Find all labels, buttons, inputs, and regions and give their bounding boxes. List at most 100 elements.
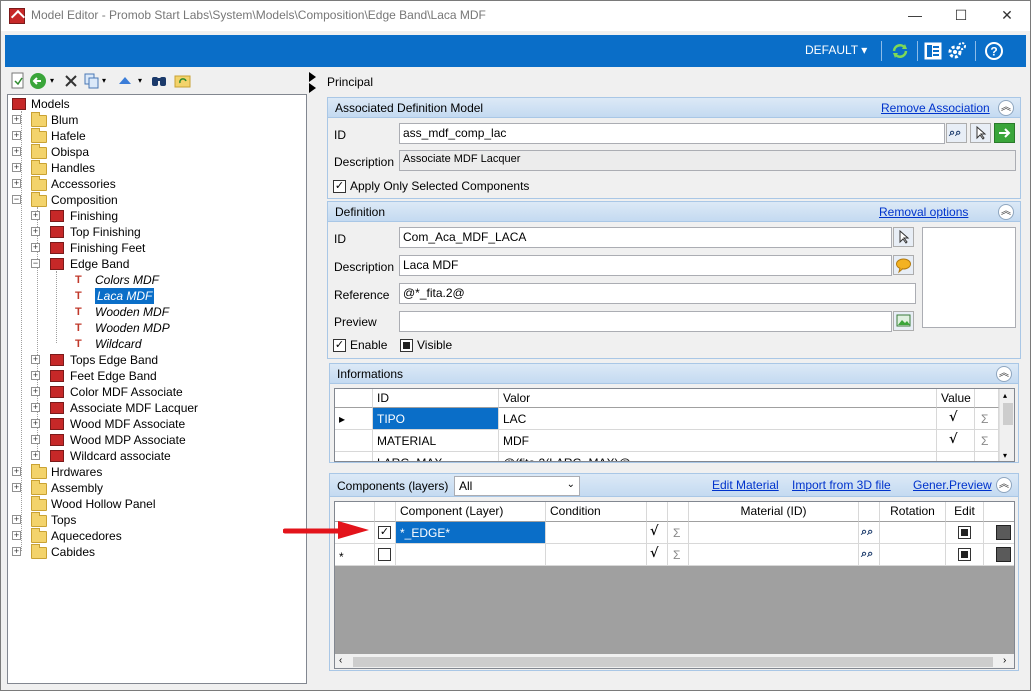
column-header-rotation[interactable]: Rotation [880,502,946,522]
column-header-id[interactable]: ID [373,389,499,408]
enable-checkbox[interactable]: ✓ [333,339,346,352]
sigma-icon[interactable]: Σ [673,526,680,540]
help-icon[interactable]: ? [984,41,1004,61]
component-check-cell[interactable]: ✓ [375,522,396,544]
material-id-cell[interactable] [689,544,859,566]
preview-field[interactable] [399,311,892,332]
expand-icon[interactable]: + [12,179,21,188]
sum-cell[interactable]: Σ [668,522,689,544]
expand-icon[interactable]: + [31,387,40,396]
go-button[interactable] [994,123,1015,143]
gener-preview-link[interactable]: Gener.Preview [913,478,992,492]
scroll-thumb[interactable] [353,657,993,667]
pick-cursor-button[interactable] [970,123,991,143]
binoculars-icon[interactable]: ⌕⌕ [861,548,877,560]
sum-cell[interactable] [975,452,999,461]
formula-icon[interactable]: √ [949,432,965,448]
expand-icon[interactable]: + [31,227,40,236]
scroll-left-icon[interactable]: ‹ [339,655,342,666]
apply-only-selected-checkbox[interactable]: ✓ [333,180,346,193]
definition-description-field[interactable]: Laca MDF [399,255,892,276]
material-swatch-icon[interactable] [996,547,1011,562]
default-profile-dropdown[interactable]: DEFAULT ▾ [805,43,867,57]
search-binoculars-button[interactable]: ⌕⌕ [946,123,967,143]
delete-icon[interactable] [64,72,78,90]
row-selector[interactable] [335,430,373,452]
components-filter-dropdown[interactable]: All ⌄ [454,476,580,496]
search-binoculars-icon[interactable] [151,72,167,90]
material-preview-cell[interactable] [984,544,1014,566]
info-valor-cell[interactable]: @(fita.2(LARG_MAX)@ [499,452,937,461]
collapse-icon[interactable]: − [31,259,40,268]
scroll-up-icon[interactable]: ▴ [1003,391,1007,400]
sum-cell[interactable]: Σ [668,544,689,566]
edit-cell[interactable] [946,544,984,566]
close-button[interactable]: ✕ [984,1,1030,31]
reference-field[interactable]: @*_fita.2@ [399,283,916,304]
components-grid[interactable]: Component (Layer) Condition Material (ID… [334,501,1015,669]
expand-icon[interactable]: + [31,451,40,460]
binoculars-icon[interactable]: ⌕⌕ [861,526,877,538]
scroll-down-icon[interactable]: ▾ [1003,451,1007,460]
collapse-arrow-icon[interactable] [309,83,316,93]
preview-browse-button[interactable] [893,311,914,331]
edit-checkbox[interactable] [958,548,971,561]
vertical-scrollbar[interactable]: ▴ ▾ [999,389,1014,461]
collapse-icon[interactable]: − [12,195,21,204]
collapse-chevron-icon[interactable]: ︽ [996,477,1012,493]
sigma-icon[interactable]: Σ [981,412,988,426]
expand-icon[interactable]: + [12,147,21,156]
expand-icon[interactable]: + [31,211,40,220]
expand-icon[interactable]: + [12,467,21,476]
sum-cell[interactable]: Σ [975,408,999,430]
associated-id-field[interactable]: ass_mdf_comp_lac [399,123,945,144]
move-dropdown-icon[interactable]: ▾ [138,72,146,90]
info-id-cell[interactable]: LARG_MAX [373,452,499,461]
definition-id-field[interactable]: Com_Aca_MDF_LACA [399,227,892,248]
informations-grid[interactable]: ID Valor Value ▸ TIPO LAC √ Σ MATERIAL M… [334,388,1015,462]
copy-dropdown-icon[interactable]: ▾ [102,72,110,90]
expand-icon[interactable]: + [12,531,21,540]
expand-icon[interactable]: + [31,371,40,380]
sigma-icon[interactable]: Σ [673,548,680,562]
column-header-value[interactable]: Value [937,389,975,408]
expand-icon[interactable]: + [31,419,40,428]
translate-button[interactable] [893,255,914,275]
info-id-cell[interactable]: TIPO [373,408,499,430]
expand-icon[interactable]: + [12,515,21,524]
scroll-right-icon[interactable]: › [1003,655,1006,666]
formula-icon[interactable]: √ [650,546,666,562]
visible-checkbox[interactable] [400,339,413,352]
collapse-chevron-icon[interactable]: ︽ [996,366,1012,382]
material-search-cell[interactable]: ⌕⌕ [859,522,880,544]
rotation-cell[interactable] [880,522,946,544]
column-header-material[interactable]: Material (ID) [689,502,859,522]
formula-cell[interactable]: √ [647,544,668,566]
condition-cell[interactable] [546,544,647,566]
component-enabled-checkbox[interactable]: ✓ [378,526,391,539]
collapse-chevron-icon[interactable]: ︽ [998,100,1014,116]
move-up-icon[interactable] [118,72,132,90]
column-header-component[interactable]: Component (Layer) [396,502,546,522]
edit-checkbox[interactable] [958,526,971,539]
condition-cell[interactable] [546,522,647,544]
expand-icon[interactable]: + [31,243,40,252]
import-3d-link[interactable]: Import from 3D file [792,478,891,492]
new-row-marker[interactable]: * [335,544,375,566]
models-tree[interactable]: Models + Blum + Hafele + Obispa + Handles + Acces… [7,94,307,684]
edit-material-link[interactable]: Edit Material [712,478,779,492]
formula-cell[interactable] [937,452,975,461]
maximize-button[interactable]: ☐ [938,1,984,31]
component-enabled-checkbox[interactable] [378,548,391,561]
row-selector[interactable]: ▸ [335,408,373,430]
expand-icon[interactable]: + [12,547,21,556]
component-layer-cell[interactable]: *_EDGE* [396,522,546,544]
formula-icon[interactable]: √ [949,410,965,426]
scroll-thumb[interactable] [1003,403,1013,425]
sum-cell[interactable]: Σ [975,430,999,452]
expand-icon[interactable]: + [12,163,21,172]
back-dropdown-icon[interactable]: ▾ [50,72,58,90]
collapse-arrow-icon[interactable] [309,72,316,82]
info-id-cell[interactable]: MATERIAL [373,430,499,452]
collapse-chevron-icon[interactable]: ︽ [998,204,1014,220]
